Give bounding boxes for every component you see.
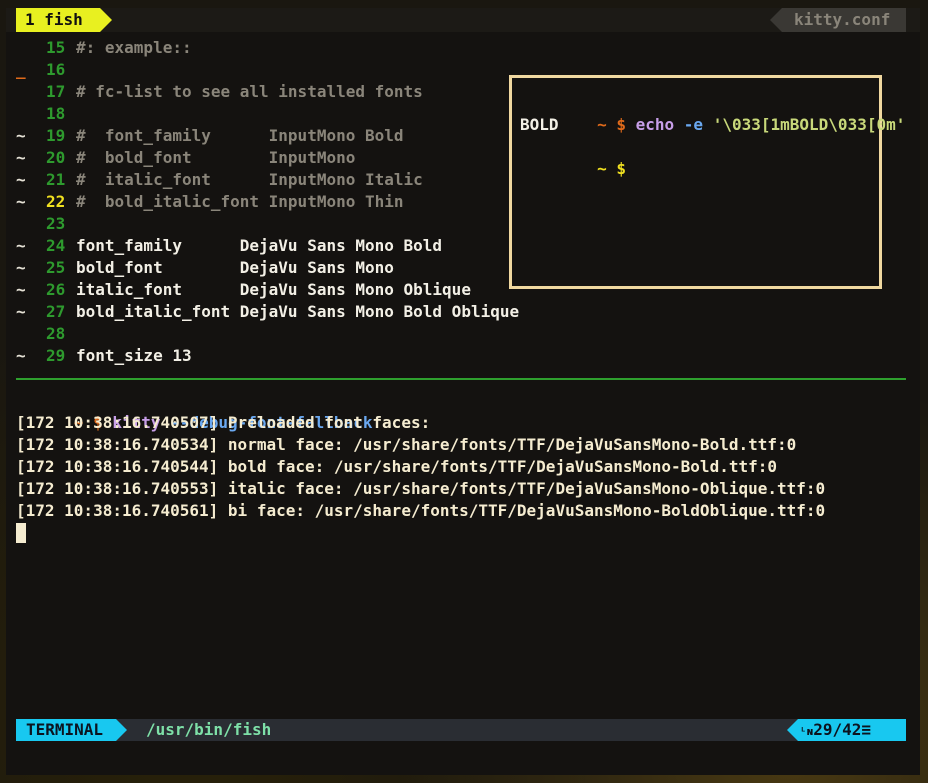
editor-line[interactable]: ~20 # bold_font InputMono (16, 147, 355, 169)
line-number: 24 (46, 236, 66, 255)
text-cursor[interactable] (16, 523, 26, 543)
terminal-window: 1 fish kitty.conf 15 #: example:: _ 16 17 # f… (0, 0, 928, 783)
line-text: font_size 13 (76, 346, 192, 365)
editor-line[interactable]: 15 #: example:: (16, 37, 192, 59)
line-text: # font_family InputMono Bold (76, 126, 404, 145)
editor-line[interactable]: ~27 bold_italic_font DejaVu Sans Mono Bol… (16, 301, 519, 323)
line-number: 25 (46, 258, 66, 277)
line-marker: ~ (16, 148, 26, 167)
line-marker: ~ (16, 170, 26, 189)
output-line: [172 10:38:16.740553] italic face: /usr/… (16, 479, 826, 498)
output-line: [172 10:38:16.740507] Preloaded font fac… (16, 413, 431, 432)
popup-dollar-2: $ (616, 159, 626, 178)
config-tab[interactable]: kitty.conf (782, 8, 906, 32)
line-number: 20 (46, 148, 66, 167)
config-tab-label: kitty.conf (794, 10, 891, 29)
tab-active-arrow (100, 8, 112, 32)
line-number: 27 (46, 302, 66, 321)
popup-flag: -e (683, 115, 704, 134)
line-number: 19 (46, 126, 66, 145)
line-text: italic_font DejaVu Sans Mono Oblique (76, 280, 471, 299)
editor-line[interactable]: ~22 # bold_italic_font InputMono Thin (16, 191, 404, 213)
popup-argument: '\033[1mBOLD\033[0m' (712, 115, 906, 134)
editor-line[interactable]: 17 # fc-list to see all installed fonts (16, 81, 423, 103)
line-marker: ~ (16, 126, 26, 145)
line-number: 29 (46, 346, 66, 365)
statusline: TERMINAL /usr/bin/fish ᴸɴ29/42≡ (16, 719, 906, 741)
line-text: # bold_italic_font InputMono Thin (76, 192, 404, 211)
position-indicator: ᴸɴ29/42≡ (798, 719, 906, 741)
pane-separator (16, 378, 906, 380)
line-number: 28 (46, 324, 66, 343)
line-number-icon: ᴸɴ (800, 725, 814, 738)
editor-line[interactable]: _ 16 (16, 59, 76, 81)
mode-indicator: TERMINAL (16, 719, 116, 741)
line-text: # fc-list to see all installed fonts (76, 82, 423, 101)
line-number: 21 (46, 170, 66, 189)
mode-label: TERMINAL (26, 720, 104, 739)
tab-active[interactable]: 1 fish (16, 8, 100, 32)
line-text: # bold_font InputMono (76, 148, 356, 167)
line-marker: ~ (16, 192, 26, 211)
editor-line[interactable]: ~24 font_family DejaVu Sans Mono Bold (16, 235, 442, 257)
popup-window[interactable]: ~ $ echo -e '\033[1mBOLD\033[0m' BOLD ~ … (509, 75, 905, 289)
line-marker: ~ (16, 258, 26, 277)
popup-tilde: ~ (597, 115, 607, 134)
line-marker: ~ (16, 302, 26, 321)
popup-tilde-2: ~ (597, 159, 607, 178)
shell-prompt-line: ~ $ kitty --debug-font-fallback (16, 390, 373, 432)
editor-line[interactable]: 28 (16, 323, 76, 345)
editor-line[interactable]: 23 (16, 213, 76, 235)
line-number: 16 (46, 60, 66, 79)
line-marker: _ (16, 60, 26, 79)
editor-line[interactable]: ~26 italic_font DejaVu Sans Mono Oblique (16, 279, 471, 301)
editor-line[interactable]: ~25 bold_font DejaVu Sans Mono (16, 257, 394, 279)
popup-command: echo (635, 115, 675, 134)
output-line: [172 10:38:16.740534] normal face: /usr/… (16, 435, 797, 454)
tab-active-label: 1 fish (25, 10, 83, 29)
cursor-position: 29/42 (813, 720, 862, 739)
popup-prompt-line-2[interactable]: ~ $ (520, 136, 626, 178)
config-tab-arrow (770, 8, 782, 32)
line-number: 17 (46, 82, 66, 101)
line-marker: ~ (16, 236, 26, 255)
line-number: 22 (46, 192, 66, 211)
line-text: #: example:: (76, 38, 192, 57)
line-text: bold_font DejaVu Sans Mono (76, 258, 394, 277)
file-path: /usr/bin/fish (146, 720, 272, 739)
line-text: bold_italic_font DejaVu Sans Mono Bold O… (76, 302, 520, 321)
menu-icon: ≡ (861, 720, 872, 739)
line-number: 26 (46, 280, 66, 299)
line-number: 18 (46, 104, 66, 123)
line-text: font_family DejaVu Sans Mono Bold (76, 236, 443, 255)
output-line: [172 10:38:16.740561] bi face: /usr/shar… (16, 501, 826, 520)
tab-bar: 1 fish kitty.conf (6, 8, 920, 32)
line-marker: ~ (16, 346, 26, 365)
editor-line[interactable]: 18 (16, 103, 76, 125)
editor-line[interactable]: ~21 # italic_font InputMono Italic (16, 169, 423, 191)
line-number: 15 (46, 38, 66, 57)
mode-arrow (116, 719, 127, 741)
position-arrow (787, 719, 798, 741)
editor-line[interactable]: ~19 # font_family InputMono Bold (16, 125, 404, 147)
kitty-terminal[interactable]: 1 fish kitty.conf 15 #: example:: _ 16 17 # f… (6, 8, 920, 775)
output-line: [172 10:38:16.740544] bold face: /usr/sh… (16, 457, 777, 476)
editor-line[interactable]: ~29 font_size 13 (16, 345, 192, 367)
popup-dollar: $ (616, 115, 626, 134)
popup-prompt-line: ~ $ echo -e '\033[1mBOLD\033[0m' (520, 92, 905, 134)
popup-output: BOLD (520, 115, 559, 134)
line-number: 23 (46, 214, 66, 233)
line-text: # italic_font InputMono Italic (76, 170, 423, 189)
line-marker: ~ (16, 280, 26, 299)
